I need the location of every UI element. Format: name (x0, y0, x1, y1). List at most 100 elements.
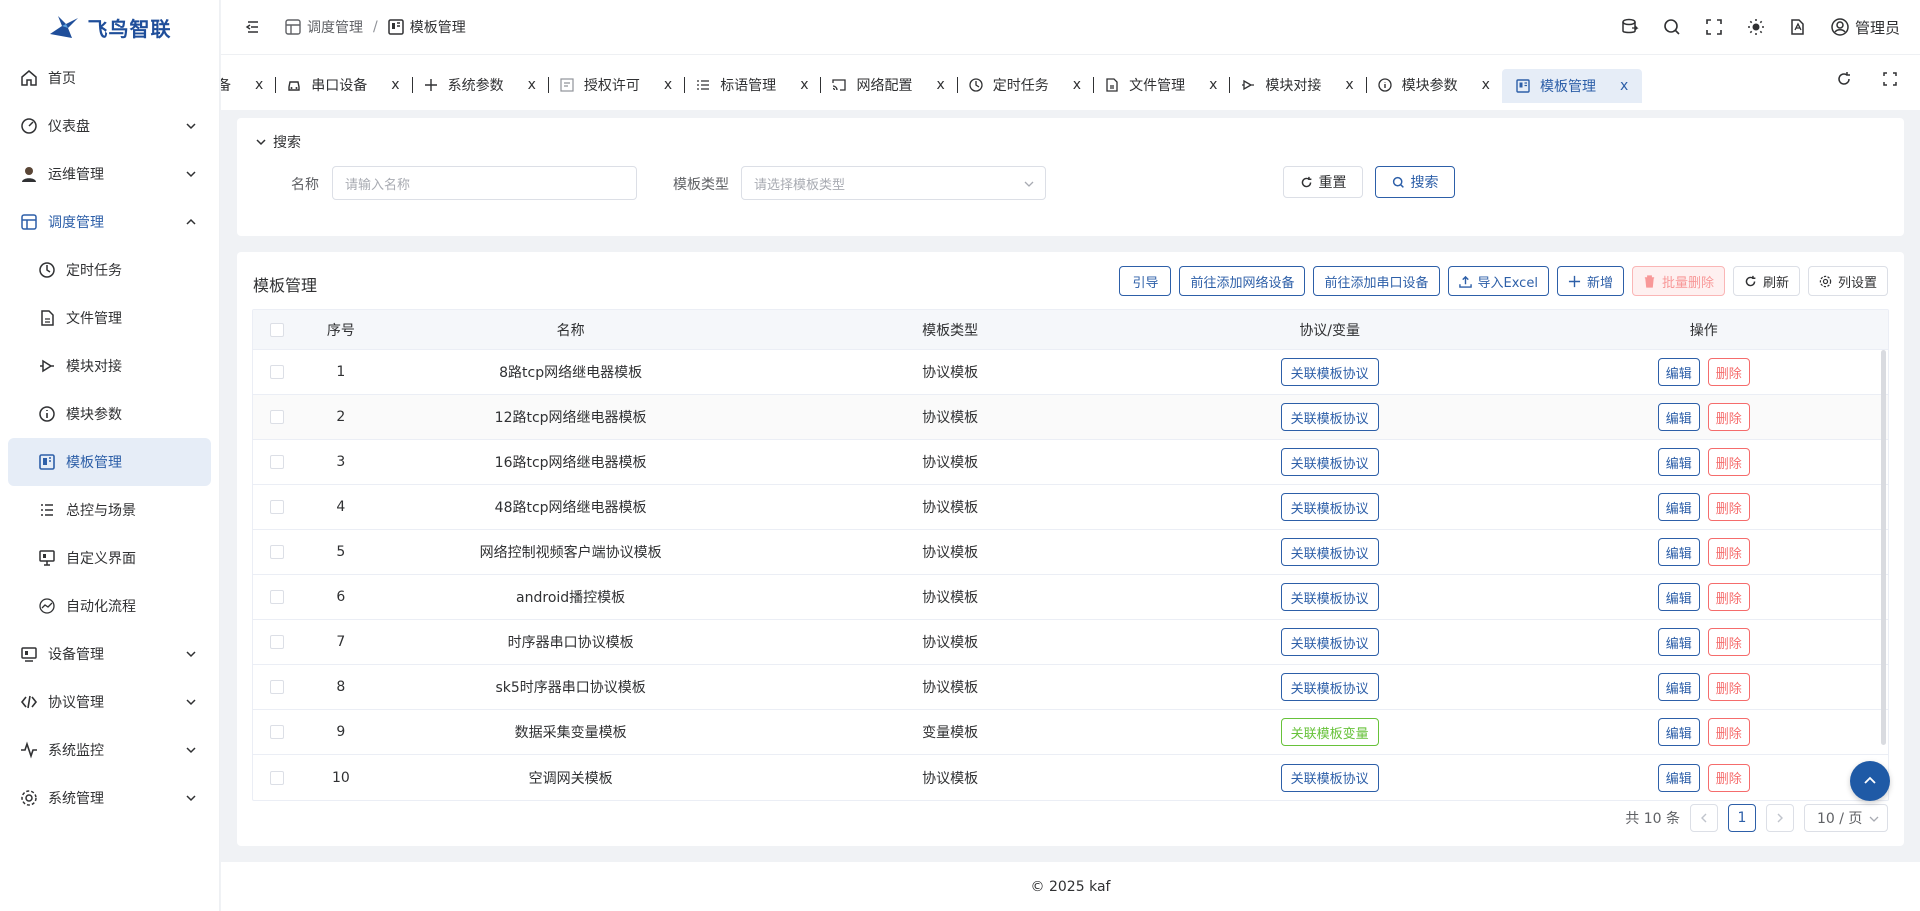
link-template-button[interactable]: 关联模板协议 (1280, 448, 1379, 476)
reset-button[interactable]: 重置 (1283, 166, 1363, 198)
import-excel-button[interactable]: 导入Excel (1447, 266, 1549, 296)
language-icon[interactable] (1789, 18, 1807, 36)
add-button[interactable]: 新增 (1556, 266, 1624, 296)
table-row[interactable]: 9 数据采集变量模板 变量模板 关联模板变量 编辑 删除 (253, 710, 1888, 755)
collapse-menu-icon[interactable] (245, 19, 261, 35)
template-type-select[interactable]: 请选择模板类型 (741, 166, 1046, 200)
tab-slogan[interactable]: 标语管理 x (684, 69, 820, 101)
page-number[interactable]: 1 (1728, 804, 1756, 832)
page-size-select[interactable]: 10 / 页 (1804, 804, 1888, 832)
tab-module[interactable]: 模块对接 x (1229, 69, 1365, 101)
delete-button[interactable]: 删除 (1707, 673, 1750, 701)
table-row[interactable]: 7 时序器串口协议模板 协议模板 关联模板协议 编辑 删除 (253, 620, 1888, 665)
column-settings-button[interactable]: 列设置 (1807, 266, 1888, 296)
tab-close-icon[interactable]: x (1620, 78, 1628, 94)
tab-close-icon[interactable]: x (255, 77, 263, 93)
sidebar-item-templates[interactable]: 模板管理 (8, 438, 211, 486)
edit-button[interactable]: 编辑 (1657, 493, 1700, 521)
link-template-button[interactable]: 关联模板协议 (1280, 628, 1379, 656)
batch-delete-button[interactable]: 批量删除 (1631, 266, 1725, 296)
search-icon[interactable] (1663, 18, 1681, 36)
sidebar-item-custom-ui[interactable]: 自定义界面 (0, 534, 219, 582)
refresh-button[interactable]: 刷新 (1732, 266, 1800, 296)
next-page-button[interactable] (1766, 804, 1794, 832)
edit-button[interactable]: 编辑 (1657, 718, 1700, 746)
row-checkbox[interactable] (269, 500, 284, 514)
database-icon[interactable] (1621, 18, 1639, 36)
tab-close-icon[interactable]: x (1073, 77, 1081, 93)
link-template-button[interactable]: 关联模板协议 (1280, 493, 1379, 521)
add-serial-device-button[interactable]: 前往添加串口设备 (1313, 266, 1440, 296)
table-scrollbar[interactable] (1881, 350, 1886, 745)
row-checkbox[interactable] (269, 365, 284, 379)
sidebar-item-timer[interactable]: 定时任务 (0, 246, 219, 294)
edit-button[interactable]: 编辑 (1657, 673, 1700, 701)
sidebar-item-home[interactable]: 首页 (0, 54, 219, 102)
search-panel-toggle[interactable]: 搜索 (255, 132, 301, 152)
tab-close-icon[interactable]: x (1209, 77, 1217, 93)
tab-close-icon[interactable]: x (664, 77, 672, 93)
sidebar-item-module[interactable]: 模块对接 (0, 342, 219, 390)
table-row[interactable]: 5 网络控制视频客户端协议模板 协议模板 关联模板协议 编辑 删除 (253, 530, 1888, 575)
tab-network[interactable]: 网络配置 x (820, 69, 956, 101)
edit-button[interactable]: 编辑 (1657, 763, 1700, 792)
table-row[interactable]: 2 12路tcp网络继电器模板 协议模板 关联模板协议 编辑 删除 (253, 395, 1888, 440)
back-to-top-button[interactable] (1850, 761, 1890, 801)
table-row[interactable]: 8 sk5时序器串口协议模板 协议模板 关联模板协议 编辑 删除 (253, 665, 1888, 710)
table-row[interactable]: 3 16路tcp网络继电器模板 协议模板 关联模板协议 编辑 删除 (253, 440, 1888, 485)
delete-button[interactable]: 删除 (1707, 583, 1750, 611)
row-checkbox[interactable] (269, 635, 284, 649)
delete-button[interactable]: 删除 (1707, 448, 1750, 476)
tab-serial-device[interactable]: 串口设备 x (275, 69, 411, 101)
guide-button[interactable]: 引导 (1119, 266, 1172, 296)
delete-button[interactable]: 删除 (1707, 358, 1750, 386)
edit-button[interactable]: 编辑 (1657, 538, 1700, 566)
user-menu[interactable]: 管理员 (1831, 17, 1900, 38)
sidebar-item-ops[interactable]: 运维管理 (0, 150, 219, 198)
link-template-button[interactable]: 关联模板协议 (1280, 763, 1379, 792)
table-row[interactable]: 4 48路tcp网络继电器模板 协议模板 关联模板协议 编辑 删除 (253, 485, 1888, 530)
tab-close-icon[interactable]: x (391, 77, 399, 93)
prev-page-button[interactable] (1690, 804, 1718, 832)
add-network-device-button[interactable]: 前往添加网络设备 (1179, 266, 1306, 296)
link-template-button[interactable]: 关联模板协议 (1280, 403, 1379, 431)
sidebar-item-protocols[interactable]: 协议管理 (0, 678, 219, 726)
tab-close-icon[interactable]: x (1345, 77, 1353, 93)
search-button[interactable]: 搜索 (1375, 166, 1455, 198)
edit-button[interactable]: 编辑 (1657, 583, 1700, 611)
sidebar-item-params[interactable]: 模块参数 (0, 390, 219, 438)
link-template-button[interactable]: 关联模板协议 (1280, 583, 1379, 611)
delete-button[interactable]: 删除 (1707, 538, 1750, 566)
sidebar-item-system[interactable]: 系统管理 (0, 774, 219, 822)
link-template-button[interactable]: 关联模板变量 (1280, 718, 1379, 746)
sidebar-item-schedule[interactable]: 调度管理 (0, 198, 219, 246)
edit-button[interactable]: 编辑 (1657, 358, 1700, 386)
sidebar-item-files[interactable]: 文件管理 (0, 294, 219, 342)
select-all-checkbox[interactable] (269, 322, 284, 337)
row-checkbox[interactable] (269, 725, 284, 739)
sidebar-item-dashboard[interactable]: 仪表盘 (0, 102, 219, 150)
tab-files[interactable]: 文件管理 x (1093, 69, 1229, 101)
row-checkbox[interactable] (269, 455, 284, 469)
sun-icon[interactable] (1747, 18, 1765, 36)
table-row[interactable]: 10 空调网关模板 协议模板 关联模板协议 编辑 删除 (253, 755, 1888, 800)
tab-device[interactable]: 设备 x (221, 69, 275, 101)
tab-templates[interactable]: 模板管理 x (1501, 69, 1643, 103)
link-template-button[interactable]: 关联模板协议 (1280, 538, 1379, 566)
table-row[interactable]: 1 8路tcp网络继电器模板 协议模板 关联模板协议 编辑 删除 (253, 350, 1888, 395)
tab-license[interactable]: 授权许可 x (547, 69, 684, 101)
row-checkbox[interactable] (269, 410, 284, 424)
tab-close-icon[interactable]: x (1482, 77, 1490, 93)
name-input[interactable]: 请输入名称 (332, 166, 637, 200)
sidebar-item-monitor[interactable]: 系统监控 (0, 726, 219, 774)
delete-button[interactable]: 删除 (1707, 763, 1750, 792)
row-checkbox[interactable] (269, 680, 284, 694)
sidebar-item-flow[interactable]: 自动化流程 (0, 582, 219, 630)
link-template-button[interactable]: 关联模板协议 (1280, 673, 1379, 701)
row-checkbox[interactable] (269, 545, 284, 559)
link-template-button[interactable]: 关联模板协议 (1280, 358, 1379, 386)
row-checkbox[interactable] (269, 590, 284, 604)
tab-close-icon[interactable]: x (936, 77, 944, 93)
edit-button[interactable]: 编辑 (1657, 403, 1700, 431)
row-checkbox[interactable] (269, 770, 284, 785)
